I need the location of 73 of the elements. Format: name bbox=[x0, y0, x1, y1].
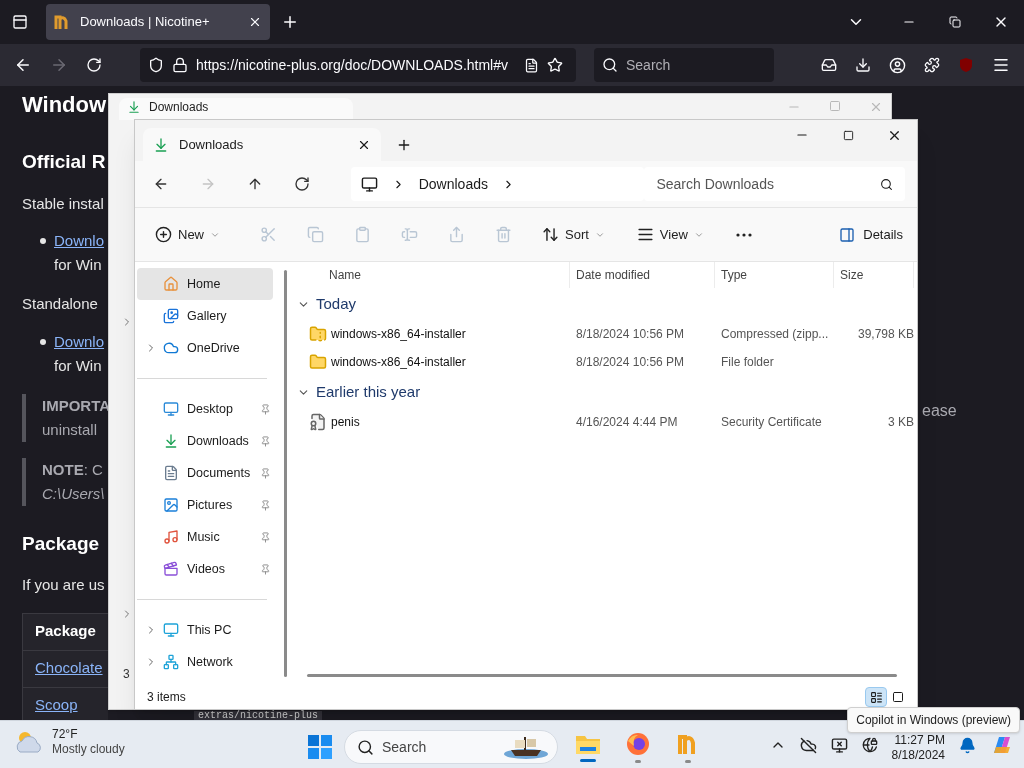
paragraph: Stable instal bbox=[22, 193, 104, 214]
clock[interactable]: 11:27 PM 8/18/2024 bbox=[891, 733, 945, 763]
sidebar-item[interactable]: Documents bbox=[137, 457, 273, 489]
sort-button[interactable]: Sort bbox=[540, 218, 607, 251]
sidebar-item[interactable]: Network bbox=[137, 646, 273, 678]
group-header[interactable]: Earlier this year bbox=[295, 376, 917, 408]
section-heading: Official R bbox=[22, 150, 106, 174]
section-heading: Package bbox=[22, 531, 100, 556]
column-header[interactable]: Type bbox=[715, 262, 834, 288]
file-row[interactable]: penis 4/16/2024 4:44 PM Security Certificate 3 KB bbox=[295, 408, 917, 436]
address-bar[interactable]: Downloads bbox=[350, 167, 645, 201]
file-row[interactable]: windows-x86_64-installer 8/18/2024 10:56 PM Compressed (zipp... 39,798 KB bbox=[295, 320, 917, 348]
download-link[interactable]: Downlo bbox=[54, 329, 105, 354]
search-placeholder: Search bbox=[382, 737, 428, 757]
sidebar-item[interactable]: Desktop bbox=[137, 393, 273, 425]
sidebar-item[interactable]: Home bbox=[137, 268, 273, 300]
status-text: 3 bbox=[123, 666, 130, 683]
explorer-tab[interactable]: Downloads bbox=[143, 128, 381, 161]
sidebar-item[interactable]: Videos bbox=[137, 553, 273, 585]
type-cell-text: File folder bbox=[720, 354, 775, 371]
column-header[interactable]: Name bbox=[295, 262, 570, 288]
paragraph: ease bbox=[922, 401, 957, 421]
tooltip: Copilot in Windows (preview) bbox=[847, 707, 1020, 733]
url-text: https://nicotine-plus.org/doc/DOWNLOADS.html#v bbox=[196, 55, 509, 75]
browser-tab[interactable]: Downloads | Nicotine+ bbox=[46, 4, 270, 40]
date-cell-text: 8/18/2024 10:56 PM bbox=[575, 354, 686, 371]
paragraph: for Win bbox=[53, 255, 103, 275]
page-heading: Window bbox=[22, 91, 107, 119]
search-field[interactable]: Search bbox=[594, 48, 774, 82]
quote-line: NOTE: C bbox=[42, 459, 104, 480]
quote-line: IMPORTA bbox=[42, 395, 111, 416]
status-text: 3 items bbox=[147, 689, 187, 706]
file-name: penis bbox=[331, 414, 360, 431]
table-header: Package bbox=[34, 621, 97, 642]
sidebar-item[interactable]: OneDrive bbox=[137, 332, 273, 364]
explorer-tab[interactable]: Downloads bbox=[119, 98, 353, 120]
breadcrumb-item[interactable]: Downloads bbox=[418, 173, 488, 195]
date-cell-text: 4/16/2024 4:44 PM bbox=[575, 414, 679, 431]
paragraph: If you are us bbox=[22, 575, 105, 595]
search-field[interactable]: Search Downloads bbox=[644, 167, 905, 201]
date-cell-text: 8/18/2024 10:56 PM bbox=[575, 326, 686, 343]
column-header[interactable]: Size bbox=[834, 262, 914, 288]
group-header[interactable]: Today bbox=[295, 288, 917, 320]
size-cell: 3 KB bbox=[888, 415, 914, 429]
view-button[interactable]: View bbox=[634, 218, 706, 251]
file-row[interactable]: windows-x86_64-installer 8/18/2024 10:56 PM File folder bbox=[295, 348, 917, 376]
tab-title: Downloads bbox=[149, 100, 209, 114]
search-placeholder: Search bbox=[626, 55, 671, 75]
paragraph: Standalone bbox=[22, 294, 98, 314]
sidebar-item[interactable]: This PC bbox=[137, 614, 273, 646]
size-cell: 39,798 KB bbox=[857, 327, 914, 341]
paragraph: for Win bbox=[53, 355, 103, 376]
file-name: windows-x86_64-installer bbox=[331, 354, 466, 371]
quote-line: uninstall bbox=[42, 419, 99, 440]
download-link[interactable]: Downlo bbox=[54, 229, 105, 253]
new-button[interactable]: New bbox=[153, 218, 222, 251]
sidebar-item[interactable]: Pictures bbox=[137, 489, 273, 521]
file-name: windows-x86_64-installer bbox=[331, 326, 466, 343]
weather-condition: Mostly cloudy bbox=[52, 742, 125, 757]
type-cell-text: Security Certificate bbox=[720, 414, 823, 431]
type-cell-text: Compressed (zipp... bbox=[720, 326, 830, 343]
search-placeholder: Search Downloads bbox=[656, 174, 775, 194]
weather-temperature: 72°F bbox=[52, 727, 79, 742]
url-field[interactable]: https://nicotine-plus.org/doc/DOWNLOADS.html#v bbox=[140, 48, 576, 82]
tab-title: Downloads bbox=[179, 135, 245, 154]
sidebar-item[interactable]: Music bbox=[137, 521, 273, 553]
details-button[interactable]: Details bbox=[839, 218, 903, 251]
tab-title: Downloads | Nicotine+ bbox=[80, 13, 211, 32]
quote-line: C:\Users\ bbox=[42, 483, 106, 504]
column-header[interactable]: Date modified bbox=[570, 262, 715, 288]
sidebar-item[interactable]: Gallery bbox=[137, 300, 273, 332]
sidebar-item[interactable]: Downloads bbox=[137, 425, 273, 457]
taskbar-search-field[interactable]: Search bbox=[344, 730, 558, 764]
